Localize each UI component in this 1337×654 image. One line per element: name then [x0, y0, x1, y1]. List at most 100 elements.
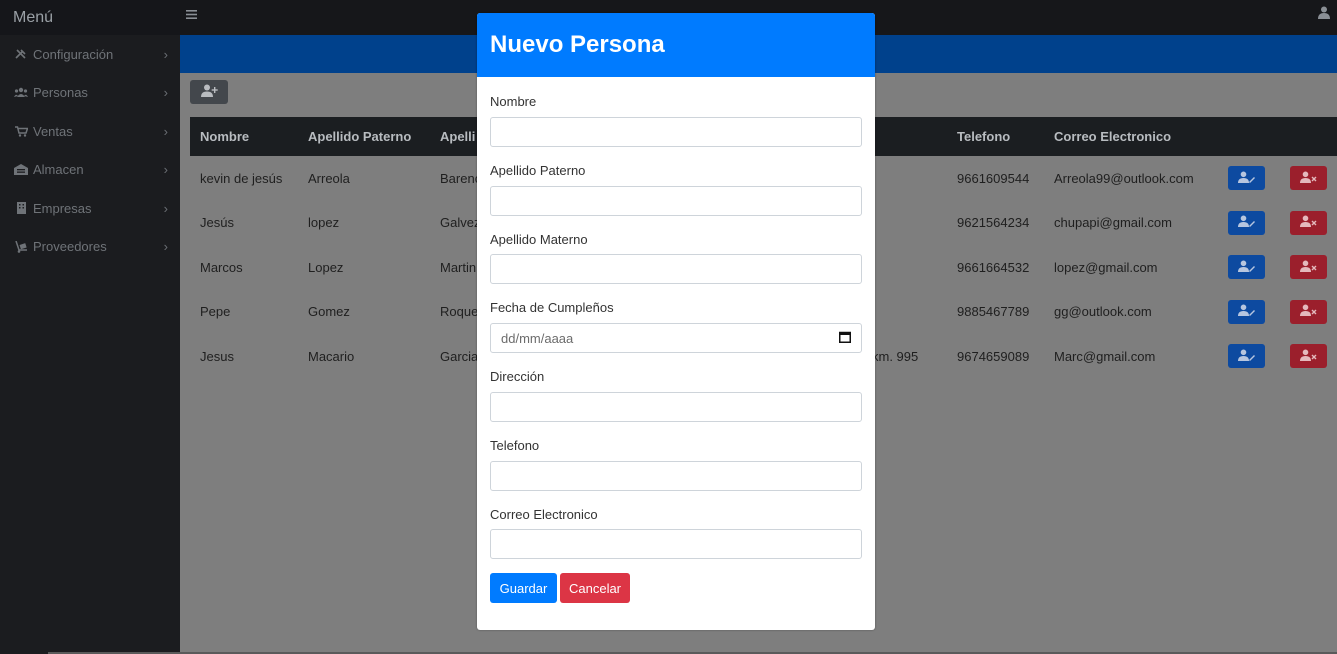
- warehouse-icon: [12, 164, 30, 176]
- column-header: Correo Electronico: [1054, 129, 1172, 144]
- user-times-icon: [1300, 171, 1317, 186]
- cell-nombre: Marcos: [200, 259, 243, 275]
- cell-apellido-materno: Martin: [440, 259, 477, 275]
- date-placeholder: dd/mm/aaaa: [501, 330, 574, 346]
- user-edit-icon: [1238, 349, 1255, 364]
- edit-button[interactable]: [1228, 255, 1265, 280]
- user-icon[interactable]: [1318, 6, 1332, 20]
- column-header: Telefono: [957, 129, 1011, 144]
- cell-telefono: 9661664532: [957, 259, 1030, 275]
- cell-apellido-paterno: lopez: [308, 215, 340, 231]
- user-times-icon: [1300, 304, 1317, 319]
- chevron-right-icon: ›: [163, 239, 168, 255]
- delete-button[interactable]: [1290, 344, 1327, 369]
- sidebar-item-empresas[interactable]: Empresas ›: [0, 189, 180, 228]
- edit-button[interactable]: [1228, 344, 1265, 369]
- users-icon: [12, 87, 30, 98]
- sidebar-item-label: Configuración: [33, 46, 114, 62]
- chevron-right-icon: ›: [163, 123, 168, 139]
- apellido-materno-label: Apellido Materno: [490, 232, 588, 247]
- user-times-icon: [1300, 260, 1317, 275]
- sidebar-item-label: Proveedores: [33, 239, 107, 255]
- apellido-paterno-input[interactable]: [490, 186, 862, 216]
- edit-button[interactable]: [1228, 299, 1265, 324]
- modal-title: Nuevo Persona: [490, 31, 665, 58]
- user-times-icon: [1300, 349, 1317, 364]
- cell-telefono: 9885467789: [957, 304, 1030, 320]
- cell-correo: gg@outlook.com: [1054, 304, 1152, 320]
- user-plus-icon: [200, 84, 218, 100]
- chevron-right-icon: ›: [163, 46, 168, 62]
- fecha-cumpleanos-input[interactable]: dd/mm/aaaa: [490, 323, 862, 353]
- sidebar-item-label: Personas: [33, 85, 88, 101]
- modal-header: Nuevo Persona: [477, 13, 875, 77]
- cell-telefono: 9661609544: [957, 170, 1030, 186]
- cell-nombre: kevin de jesús: [200, 170, 283, 186]
- sidebar: Menú Configuración › Personas › Ventas ›…: [0, 0, 180, 654]
- add-person-button[interactable]: [190, 80, 228, 104]
- nombre-label: Nombre: [490, 94, 537, 109]
- cell-telefono: 9674659089: [957, 348, 1030, 364]
- user-edit-icon: [1238, 260, 1255, 275]
- cell-apellido-paterno: Macario: [308, 348, 355, 364]
- cell-apellido-paterno: Arreola: [308, 170, 350, 186]
- correo-input[interactable]: [490, 529, 862, 559]
- edit-button[interactable]: [1228, 210, 1265, 235]
- user-times-icon: [1300, 215, 1317, 230]
- delete-button[interactable]: [1290, 210, 1327, 235]
- sidebar-item-proveedores[interactable]: Proveedores ›: [0, 228, 180, 267]
- sidebar-item-label: Ventas: [33, 123, 73, 139]
- chevron-right-icon: ›: [163, 85, 168, 101]
- chevron-right-icon: ›: [163, 200, 168, 216]
- modal-body: Nombre Apellido Paterno Apellido Materno…: [477, 77, 875, 630]
- sidebar-item-label: Almacen: [33, 162, 84, 178]
- delete-button[interactable]: [1290, 255, 1327, 280]
- telefono-input[interactable]: [490, 461, 862, 491]
- tools-icon: [12, 48, 30, 60]
- column-header: Apellido Paterno: [308, 129, 412, 144]
- cell-nombre: Pepe: [200, 304, 231, 320]
- apellido-paterno-label: Apellido Paterno: [490, 163, 586, 178]
- save-button[interactable]: Guardar: [490, 573, 557, 603]
- sidebar-item-label: Empresas: [33, 200, 92, 216]
- apellido-materno-input[interactable]: [490, 254, 862, 284]
- cell-apellido-materno: Galvez: [440, 215, 481, 231]
- column-header: Nombre: [200, 129, 250, 144]
- sidebar-item-ventas[interactable]: Ventas ›: [0, 112, 180, 151]
- menu-toggle-icon[interactable]: [186, 6, 197, 22]
- user-edit-icon: [1238, 171, 1255, 186]
- sidebar-item-configuracion[interactable]: Configuración ›: [0, 35, 180, 74]
- cell-apellido-paterno: Gomez: [308, 304, 350, 320]
- cell-direccion: km. 995: [872, 348, 919, 364]
- cell-apellido-materno: Barenc: [440, 170, 482, 186]
- telefono-label: Telefono: [490, 438, 540, 453]
- fecha-cumpleanos-label: Fecha de Cumpleños: [490, 300, 614, 315]
- user-edit-icon: [1238, 215, 1255, 230]
- cell-correo: chupapi@gmail.com: [1054, 215, 1172, 231]
- cell-correo: lopez@gmail.com: [1054, 259, 1158, 275]
- dolly-icon: [12, 240, 30, 253]
- nombre-input[interactable]: [490, 117, 862, 147]
- delete-button[interactable]: [1290, 299, 1327, 324]
- cell-telefono: 9621564234: [957, 215, 1030, 231]
- building-icon: [12, 202, 30, 215]
- cell-apellido-materno: Garcia: [440, 348, 479, 364]
- delete-button[interactable]: [1290, 166, 1327, 191]
- sidebar-title: Menú: [0, 0, 180, 35]
- cancel-button[interactable]: Cancelar: [560, 573, 630, 603]
- column-header: Apelli: [440, 129, 476, 144]
- new-person-modal: Nuevo Persona Nombre Apellido Paterno Ap…: [477, 13, 875, 630]
- direccion-label: Dirección: [490, 369, 545, 384]
- user-edit-icon: [1238, 304, 1255, 319]
- cell-nombre: Jesús: [200, 215, 234, 231]
- cell-nombre: Jesus: [200, 348, 234, 364]
- direccion-input[interactable]: [490, 392, 862, 422]
- edit-button[interactable]: [1228, 166, 1265, 191]
- cell-apellido-materno: Roque: [440, 304, 479, 320]
- sidebar-item-personas[interactable]: Personas ›: [0, 74, 180, 113]
- calendar-icon[interactable]: [839, 331, 851, 346]
- cell-correo: Marc@gmail.com: [1054, 348, 1156, 364]
- cart-icon: [12, 126, 30, 137]
- sidebar-item-almacen[interactable]: Almacen ›: [0, 151, 180, 190]
- chevron-right-icon: ›: [163, 162, 168, 178]
